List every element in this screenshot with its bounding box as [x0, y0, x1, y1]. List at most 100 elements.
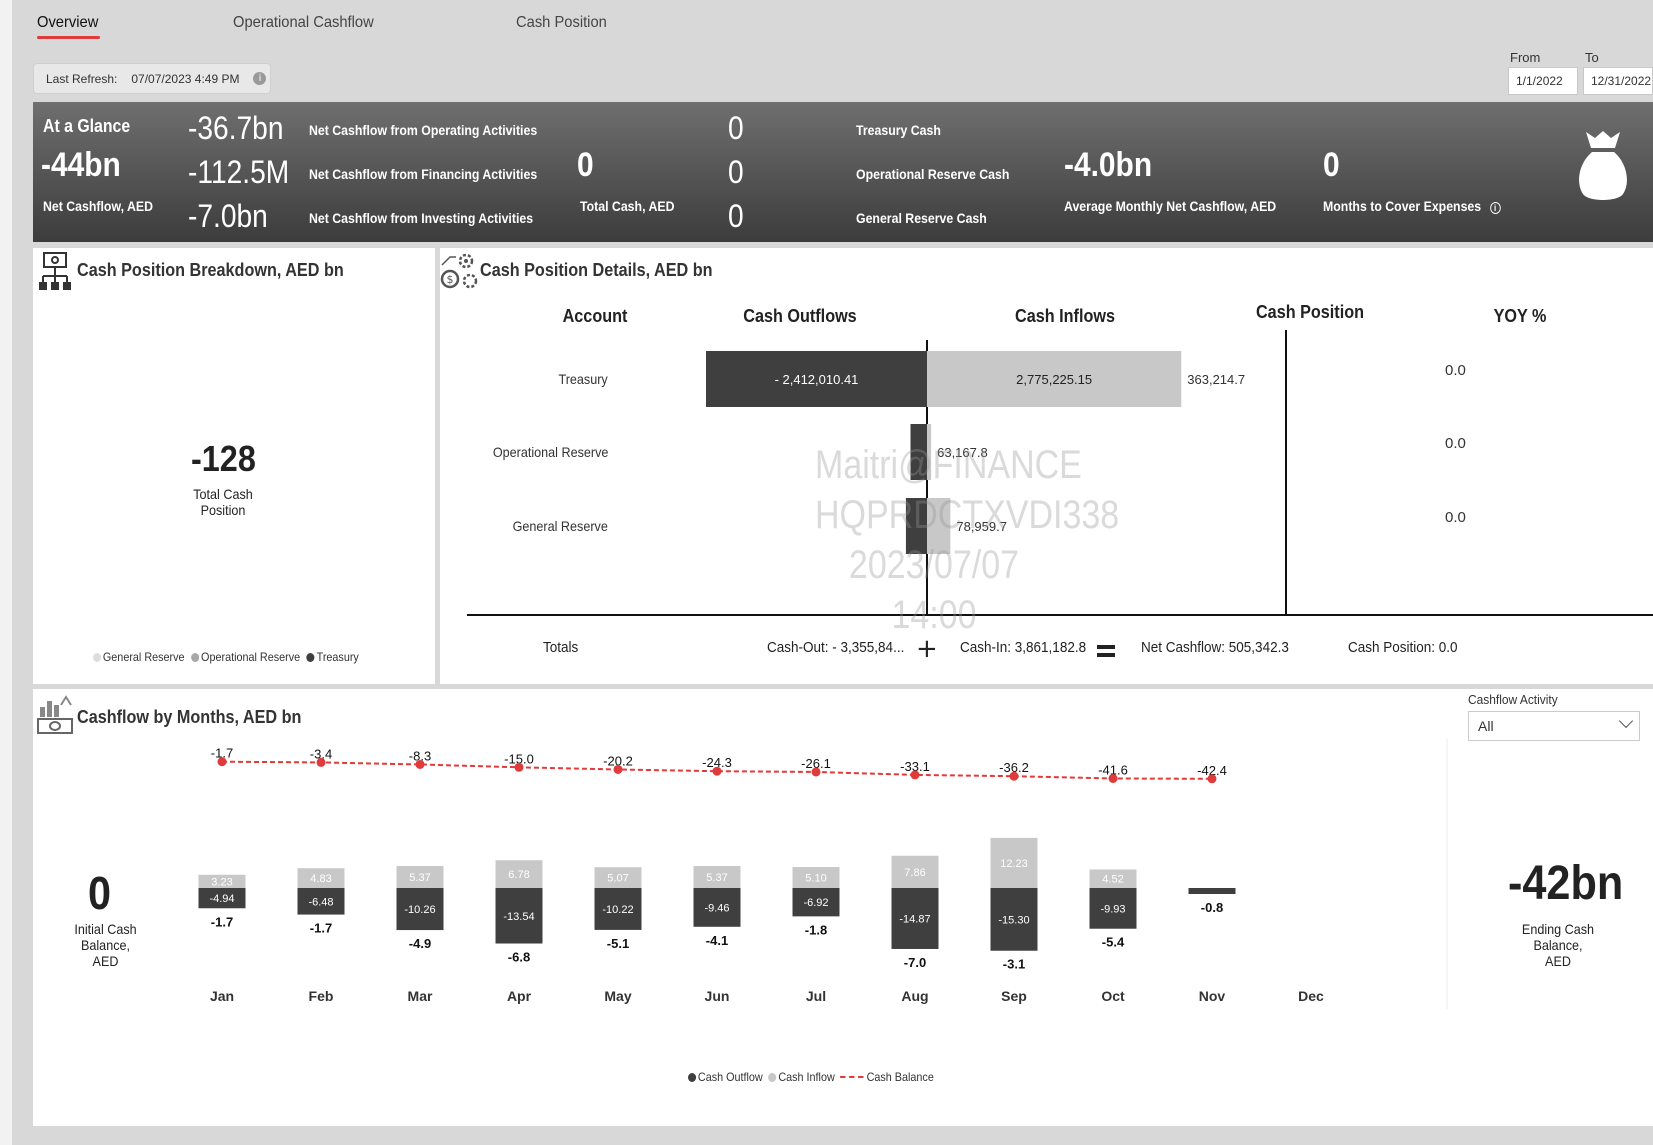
from-date-input[interactable]: 1/1/2022 [1508, 67, 1578, 95]
net-value-label: -4.9 [409, 936, 431, 951]
account-label: Operational Reserve [492, 444, 608, 460]
account-label: Treasury [558, 371, 608, 387]
watermark: Maitri@FINANCE HQPRDCTXVDI338 2023/07/07… [815, 440, 1120, 640]
to-date-input[interactable]: 12/31/2022 [1583, 67, 1653, 95]
last-refresh-badge: Last Refresh: 07/07/2023 4:49 PM i [33, 63, 271, 94]
net-value-label: -1.8 [805, 922, 827, 937]
treasury-label: Treasury Cash [856, 122, 941, 138]
balance-point[interactable] [910, 770, 920, 780]
outflow-bar[interactable] [1188, 888, 1236, 894]
watermark-line-2: HQPRDCTXVDI338 [815, 493, 1120, 537]
treasury-value: 0 [728, 110, 744, 146]
tab-cash-position[interactable]: Cash Position [516, 14, 607, 32]
net-value-label: -0.8 [1201, 900, 1223, 915]
financing-label: Net Cashflow from Financing Activities [309, 166, 538, 182]
breakdown-panel: Cash Position Breakdown, AED bn -128 Tot… [33, 248, 435, 684]
outflow-label: - 2,412,010.41 [775, 372, 859, 387]
inflow-value-label: 12.23 [1000, 858, 1028, 870]
legend-cash-balance: Cash Balance [866, 1070, 934, 1084]
tab-active-indicator [37, 36, 100, 39]
opreserve-value: 0 [728, 154, 744, 190]
totals-cash-in: Cash-In: 3,861,182.8 [960, 639, 1087, 656]
dashboard-page: Overview Operational Cashflow Cash Posit… [0, 0, 1653, 1145]
balance-point[interactable] [217, 757, 227, 767]
avg-monthly-label: Average Monthly Net Cashflow, AED [1064, 198, 1277, 214]
outflow-value-label: -13.54 [503, 911, 534, 923]
net-value-label: -1.7 [211, 914, 233, 929]
net-value-label: -7.0 [904, 955, 926, 970]
investing-value: -7.0bn [188, 198, 268, 234]
info-icon[interactable]: i [253, 72, 267, 85]
legend-dot-outflow [688, 1073, 697, 1082]
chevron-down-icon [1618, 713, 1634, 729]
x-tick-label: Oct [1101, 988, 1125, 1004]
balance-point[interactable] [415, 759, 425, 769]
net-cashflow-label: Net Cashflow, AED [43, 198, 153, 214]
left-edge [0, 0, 12, 1145]
total-cash-position-label-2: Position [200, 502, 246, 518]
investing-label: Net Cashflow from Investing Activities [309, 210, 534, 226]
outflow-value-label: -10.22 [602, 904, 633, 916]
legend-dot-general [93, 653, 102, 662]
legend-line-balance [840, 1076, 864, 1078]
position-value: 0.0 [1445, 435, 1466, 452]
inflow-label: 2,775,225.15 [1016, 372, 1092, 387]
watermark-line-1: Maitri@FINANCE [815, 443, 1082, 487]
net-value-label: -6.8 [508, 950, 530, 965]
x-tick-label: Jan [210, 988, 234, 1004]
financing-value: -112.5M [188, 154, 290, 190]
equals-icon-bottom [1097, 653, 1115, 657]
outflow-value-label: -9.93 [1100, 903, 1125, 915]
balance-point[interactable] [1207, 774, 1217, 784]
balance-point[interactable] [316, 757, 326, 767]
inflow-value-label: 5.37 [409, 872, 430, 884]
tab-overview[interactable]: Overview [37, 14, 98, 32]
months-cover-label: Months to Cover Expenses i [1323, 198, 1501, 214]
net-cashflow-value: -44bn [41, 146, 121, 184]
balance-point[interactable] [712, 766, 722, 776]
balance-point[interactable] [1108, 773, 1118, 783]
x-tick-label: Dec [1298, 988, 1324, 1004]
equals-icon [1097, 645, 1115, 649]
monthly-panel: Cashflow by Months, AED bn Cashflow Acti… [33, 689, 1653, 1126]
balance-point[interactable] [613, 764, 623, 774]
legend-dot-operational [191, 653, 200, 662]
account-label: General Reserve [512, 518, 608, 534]
tab-operational-cashflow[interactable]: Operational Cashflow [233, 14, 374, 32]
x-tick-label: Mar [408, 988, 433, 1004]
total-cash-position-label-1: Total Cash [193, 486, 253, 502]
totals-cash-position-label: Cash Position: [1348, 639, 1436, 656]
genreserve-value: 0 [728, 198, 744, 234]
net-value-label: -5.4 [1102, 935, 1125, 950]
breakdown-legend: General Reserve Operational Reserve Trea… [93, 650, 359, 664]
legend-dot-inflow [768, 1073, 777, 1082]
kpi-band: At a Glance -44bn Net Cashflow, AED -36.… [33, 102, 1653, 242]
net-value-label: -3.1 [1003, 957, 1025, 972]
inflow-value-label: 7.86 [904, 867, 925, 879]
legend-treasury: Treasury [316, 650, 359, 664]
position-value: 0.0 [1445, 509, 1466, 526]
to-label: To [1585, 50, 1599, 65]
balance-point[interactable] [811, 767, 821, 777]
total-cash-position-label: Total Cash Position [178, 486, 268, 518]
total-cash-value: 0 [577, 146, 594, 184]
inflow-value-label: 3.23 [211, 876, 232, 888]
inflow-value-label: 5.07 [607, 873, 628, 885]
operating-label: Net Cashflow from Operating Activities [309, 122, 538, 138]
genreserve-label: General Reserve Cash [856, 210, 987, 226]
x-tick-label: Sep [1001, 988, 1027, 1004]
net-value-label: -1.7 [310, 921, 332, 936]
outflow-value-label: -10.26 [404, 904, 435, 916]
x-tick-label: Nov [1199, 988, 1226, 1004]
months-cover-info-icon[interactable]: i [1489, 202, 1501, 214]
outflow-value-label: -6.92 [803, 897, 828, 909]
total-cash-position-value: -128 [191, 438, 256, 479]
net-label: 363,214.7 [1187, 372, 1245, 387]
last-refresh-label: Last Refresh: [46, 71, 118, 86]
balance-point[interactable] [514, 762, 524, 772]
monthly-chart: Jan3.23-4.94-1.7-1.7Feb4.83-6.48-1.7-3.4… [198, 739, 1448, 1009]
cashflow-activity-select[interactable]: All [1468, 711, 1640, 741]
balance-point[interactable] [1009, 771, 1019, 781]
totals-cash-position-value: 0.0 [1438, 639, 1458, 656]
totals-cash-out: Cash-Out: - 3,355,84... [767, 639, 905, 656]
